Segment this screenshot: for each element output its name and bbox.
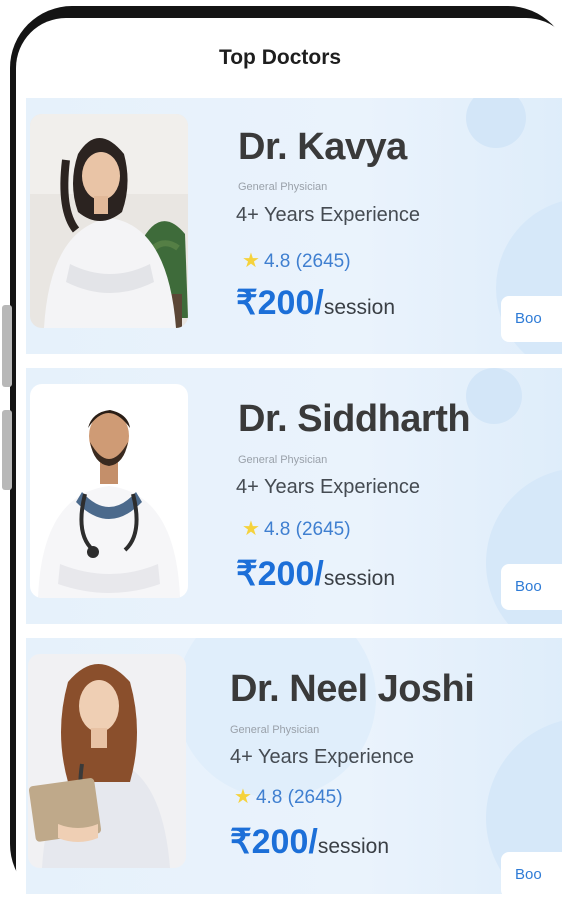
price-amount: ₹200/ <box>236 284 324 322</box>
book-button[interactable]: Boo <box>501 852 562 894</box>
doctor-rating: ★ 4.8 (2645) <box>242 516 351 541</box>
price-unit: session <box>317 835 390 858</box>
rating-value: 4.8 <box>263 519 291 540</box>
star-icon: ★ <box>242 250 260 272</box>
doctor-photo-neel-joshi <box>28 654 186 868</box>
doctor-card-kavya[interactable]: Dr. Kavya General Physician 4+ Years Exp… <box>26 98 562 354</box>
doctor-price: ₹200/session <box>236 554 395 594</box>
decor-circle <box>466 98 526 148</box>
star-icon: ★ <box>242 518 260 540</box>
rating-count: (2645) <box>295 519 351 540</box>
price-unit: session <box>323 567 396 590</box>
doctor-card-neel-joshi[interactable]: Dr. Neel Joshi General Physician 4+ Year… <box>26 638 562 894</box>
doctor-specialty: General Physician <box>238 181 328 193</box>
price-unit: session <box>323 296 396 319</box>
doctor-rating: ★ 4.8 (2645) <box>242 248 351 273</box>
doctor-name: Dr. Siddharth <box>238 398 471 440</box>
doctor-specialty: General Physician <box>230 724 320 736</box>
doctor-name: Dr. Kavya <box>238 126 407 168</box>
price-amount: ₹200/ <box>236 555 324 593</box>
doctor-rating: ★ 4.8 (2645) <box>234 784 343 809</box>
doctor-specialty: General Physician <box>238 454 328 466</box>
doctor-price: ₹200/session <box>230 822 389 862</box>
doctor-experience: 4+ Years Experience <box>236 476 421 498</box>
doctor-photo-kavya <box>30 114 188 328</box>
star-icon: ★ <box>234 786 252 808</box>
doctor-price: ₹200/session <box>236 283 395 323</box>
rating-value: 4.8 <box>255 787 283 808</box>
doctor-name: Dr. Neel Joshi <box>230 668 475 710</box>
doctor-experience: 4+ Years Experience <box>230 746 415 768</box>
rating-count: (2645) <box>295 251 351 272</box>
page-title: Top Doctors <box>218 46 342 69</box>
doctor-experience: 4+ Years Experience <box>236 204 421 226</box>
doctor-photo-siddharth <box>30 384 188 598</box>
rating-count: (2645) <box>287 787 343 808</box>
book-button[interactable]: Boo <box>501 296 562 342</box>
book-button[interactable]: Boo <box>501 564 562 610</box>
app-screen: Top Doctors Dr. Kavya General Physician … <box>16 18 562 918</box>
decor-circle <box>466 368 522 424</box>
decor-circle <box>176 638 376 798</box>
price-amount: ₹200/ <box>230 823 318 861</box>
volume-up-button <box>2 305 12 387</box>
volume-down-button <box>2 410 12 490</box>
doctor-card-siddharth[interactable]: Dr. Siddharth General Physician 4+ Years… <box>26 368 562 624</box>
rating-value: 4.8 <box>263 251 291 272</box>
